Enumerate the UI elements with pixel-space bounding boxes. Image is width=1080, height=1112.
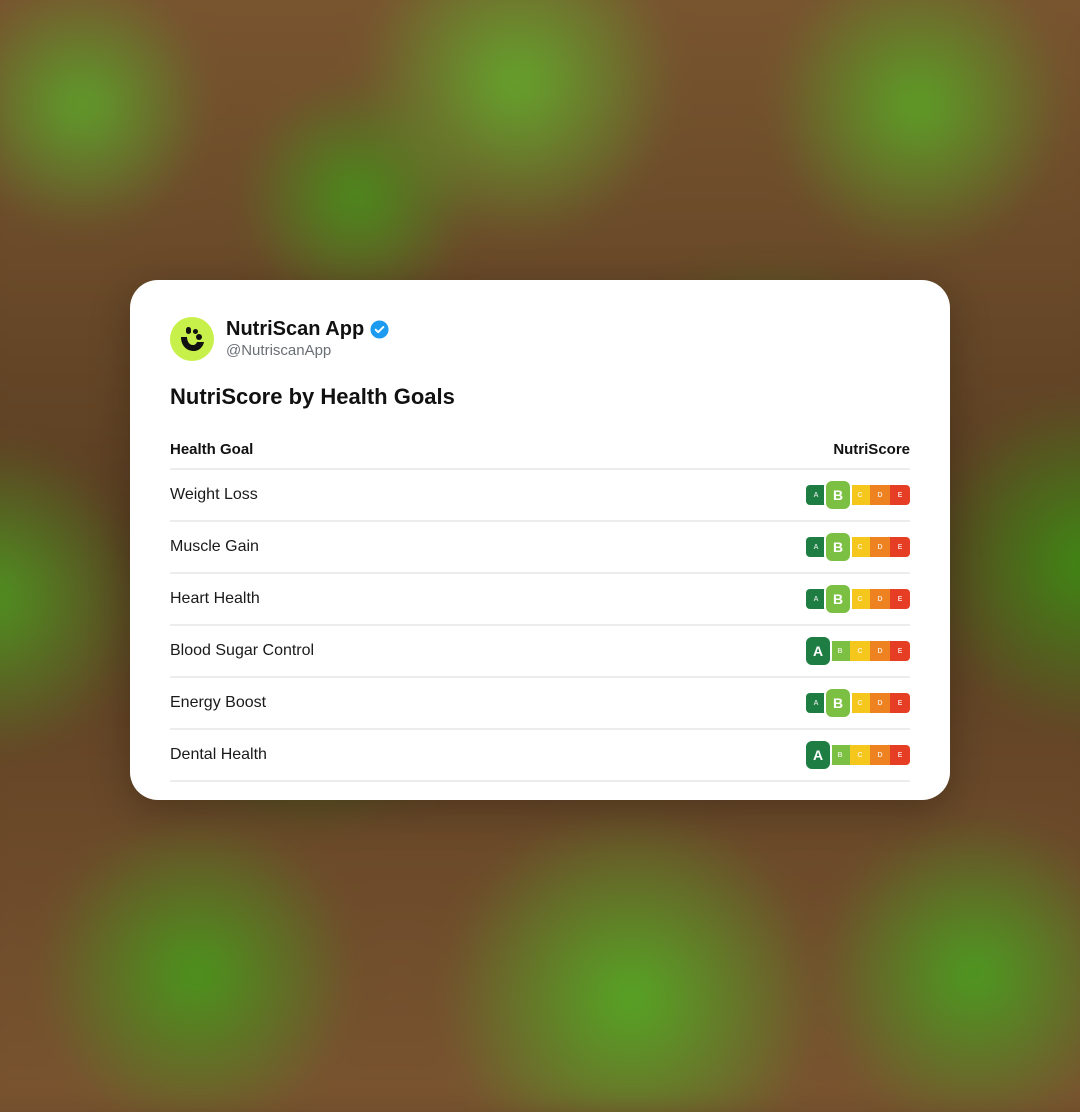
nutriscore-grade-e: E	[890, 693, 910, 713]
nutriscore-grade-d: D	[870, 537, 890, 557]
nutriscore-grade-c: C	[850, 537, 870, 557]
nutriscan-logo-icon	[181, 327, 204, 351]
nutriscore-grade-b: B	[824, 479, 852, 511]
nutriscore-grade-d: D	[870, 485, 890, 505]
health-goal-label: Weight Loss	[170, 486, 258, 503]
table-row: Blood Sugar Control A B C D E	[170, 626, 910, 678]
table-row: Heart Health A B C D E	[170, 574, 910, 626]
account-name[interactable]: NutriScan App	[226, 317, 364, 341]
nutriscore-badge: ABCDE	[804, 739, 910, 771]
nutriscore-grade-c: C	[850, 693, 870, 713]
health-goal-label: Muscle Gain	[170, 538, 259, 555]
nutriscore-grade-d: D	[870, 589, 890, 609]
nutriscore-grade-e: E	[890, 485, 910, 505]
verified-badge-icon	[370, 319, 389, 339]
nutriscore-grade-c: C	[850, 589, 870, 609]
health-goal-label: Heart Health	[170, 590, 260, 607]
nutriscore-grade-c: C	[850, 745, 870, 765]
account-names: NutriScan App @NutriscanApp	[226, 317, 389, 361]
nutriscore-grade-b: B	[824, 531, 852, 563]
nutriscore-badge: ABCDE	[806, 531, 910, 563]
nutriscore-grade-e: E	[890, 745, 910, 765]
avatar[interactable]	[170, 317, 214, 361]
profile-header: NutriScan App @NutriscanApp	[170, 316, 910, 362]
account-handle[interactable]: @NutriscanApp	[226, 341, 389, 361]
table-body: Weight Loss A B C D E Muscle Gain A B C D E Heart He…	[170, 470, 910, 782]
nutriscore-grade-d: D	[870, 693, 890, 713]
nutriscore-grade-a: A	[806, 537, 826, 557]
nutriscore-grade-c: C	[850, 641, 870, 661]
nutriscore-badge: ABCDE	[806, 583, 910, 615]
nutriscore-grade-a: A	[806, 485, 826, 505]
nutriscore-badge: ABCDE	[806, 687, 910, 719]
nutriscore-grade-e: E	[890, 641, 910, 661]
health-goal-label: Energy Boost	[170, 694, 267, 711]
nutriscore-grade-a: A	[806, 589, 826, 609]
column-header-nutriscore: NutriScore	[833, 440, 910, 458]
table-row: Dental Health A B C D E	[170, 730, 910, 782]
nutriscore-grade-b: B	[824, 687, 852, 719]
nutriscore-grade-a: A	[806, 693, 826, 713]
post-title: NutriScore by Health Goals	[170, 384, 455, 409]
nutriscore-grade-a: A	[804, 739, 832, 771]
nutriscore-grade-d: D	[870, 641, 890, 661]
nutriscore-grade-e: E	[890, 589, 910, 609]
table-header: Health Goal NutriScore	[170, 430, 910, 470]
nutriscore-grade-a: A	[804, 635, 832, 667]
nutriscore-badge: ABCDE	[806, 479, 910, 511]
nutriscore-table: Health Goal NutriScore Weight Loss A B C D E M…	[170, 430, 910, 782]
nutriscore-grade-b: B	[830, 641, 850, 661]
nutriscore-grade-b: B	[830, 745, 850, 765]
nutriscore-grade-e: E	[890, 537, 910, 557]
nutriscore-grade-d: D	[870, 745, 890, 765]
nutriscore-grade-b: B	[824, 583, 852, 615]
nutriscore-grade-c: C	[850, 485, 870, 505]
health-goal-label: Dental Health	[170, 746, 267, 763]
table-row: Weight Loss A B C D E	[170, 470, 910, 522]
table-row: Muscle Gain A B C D E	[170, 522, 910, 574]
table-row: Energy Boost A B C D E	[170, 678, 910, 730]
health-goal-label: Blood Sugar Control	[170, 642, 315, 659]
nutriscore-badge: ABCDE	[804, 635, 910, 667]
column-header-health-goal: Health Goal	[170, 440, 254, 458]
post-card: NutriScan App @NutriscanApp NutriScore b…	[130, 280, 950, 800]
